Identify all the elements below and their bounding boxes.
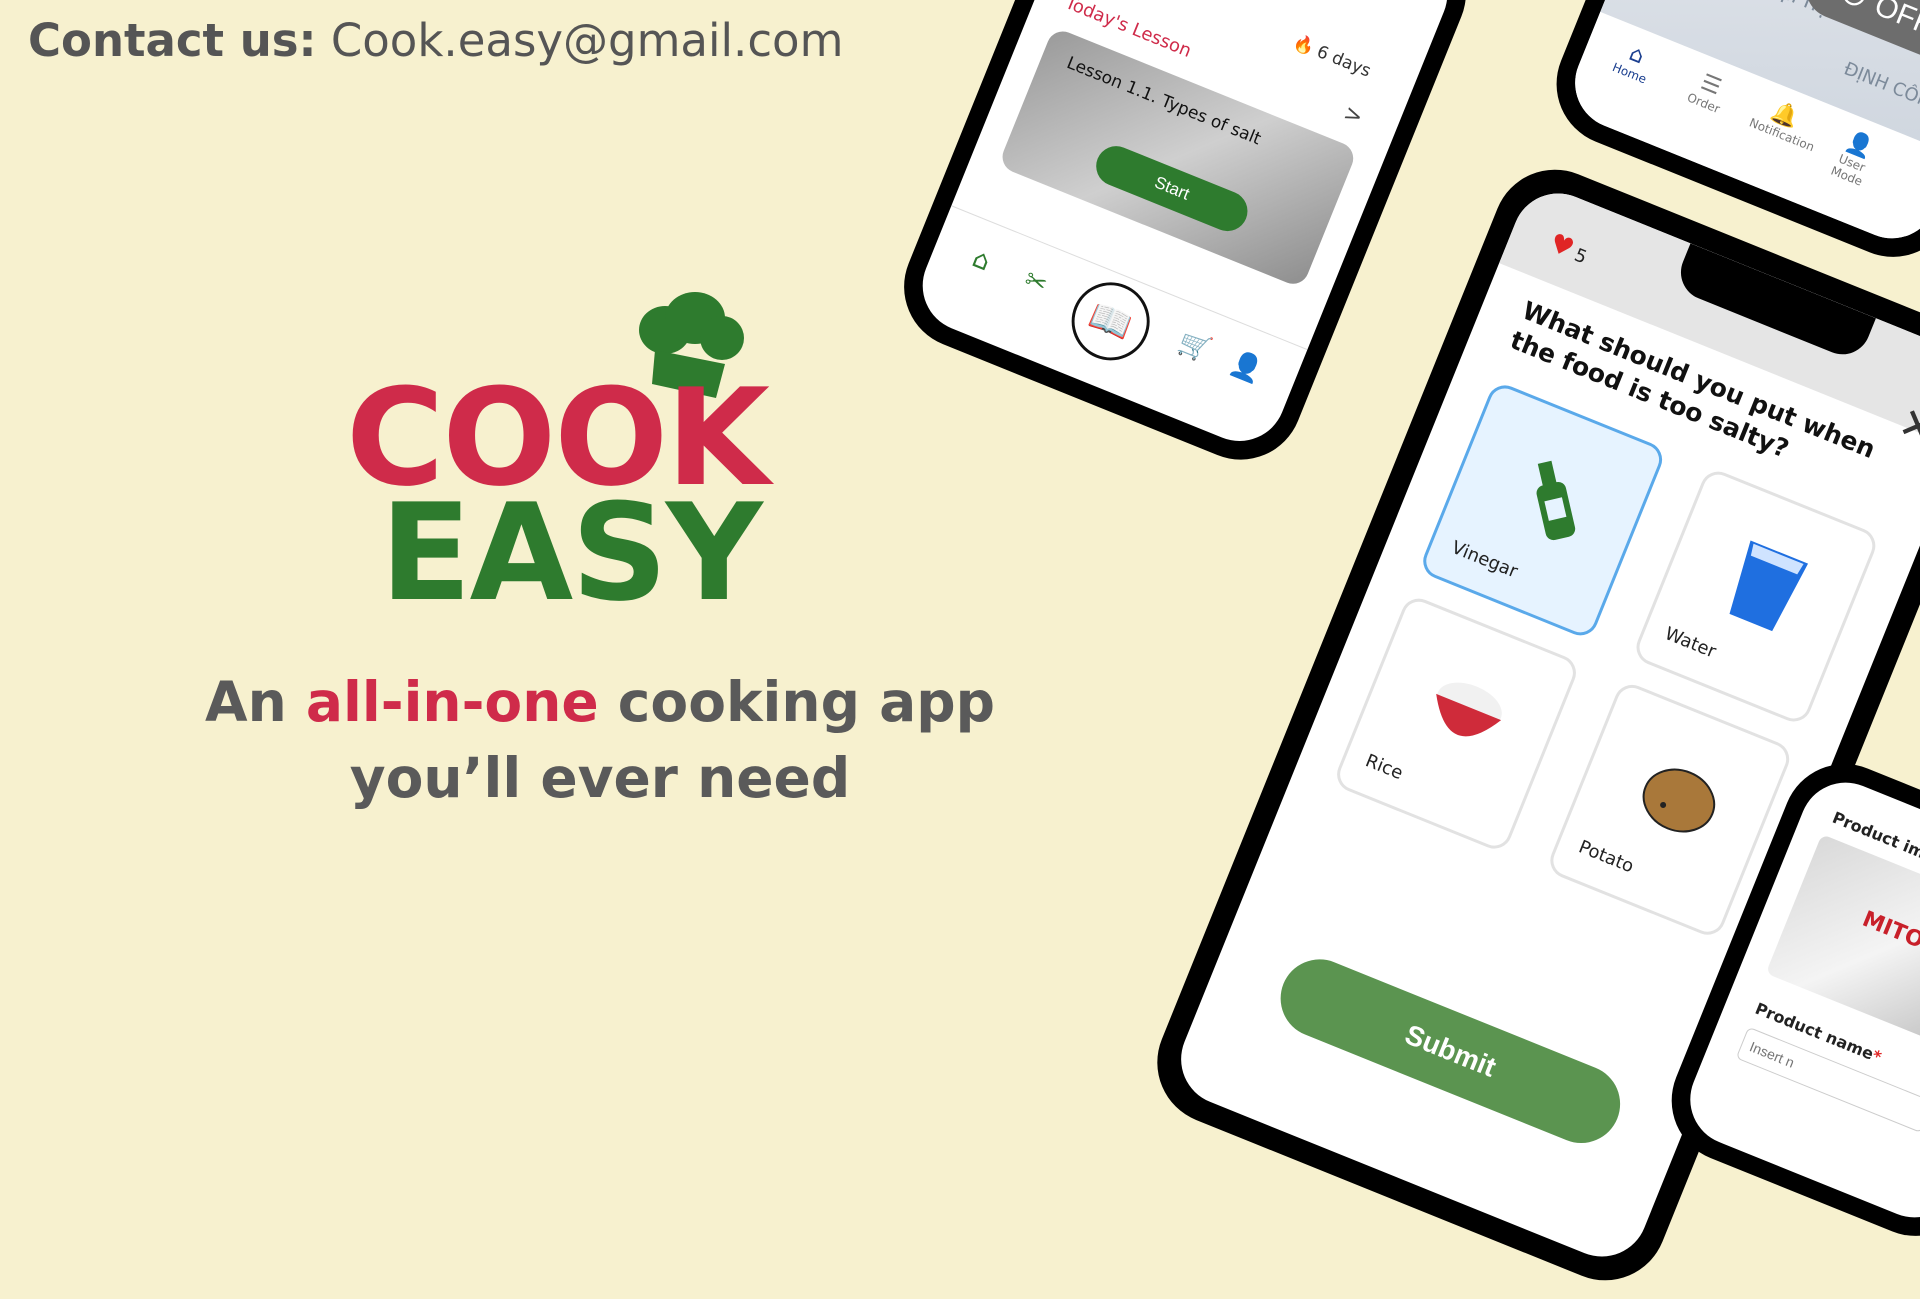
book-icon[interactable]: 📖 [1059,270,1162,373]
contact-email[interactable]: Cook.easy@gmail.com [331,14,844,67]
lesson-title: Lesson 1.1. Types of salt [1063,53,1264,150]
user-icon[interactable]: 👤 [1226,348,1267,388]
tagline-line2: you’ll ever need [349,746,851,810]
option-label: Rice [1362,750,1406,785]
map-label-district: ĐỊNH CÔNG [1840,58,1920,118]
tagline-accent: all-in-one [305,670,599,734]
streak-counter: 🔥6 days [1290,32,1373,81]
utensils-icon[interactable]: ✂ [1020,264,1051,300]
power-icon: ⏻ [1836,0,1871,16]
logo-easy-text: EASY [380,475,763,631]
submit-button[interactable]: Submit [1268,947,1632,1155]
tagline-part2: cooking app [598,670,995,734]
tab-home[interactable]: ⌂ Home [1599,32,1669,91]
product-brand-text: MITOS [1858,906,1920,960]
option-rice[interactable]: Rice [1331,593,1582,854]
option-label: Potato [1575,836,1637,878]
tab-notification[interactable]: 🔔 Notification [1747,92,1817,154]
rice-bowl-icon [1436,682,1502,737]
cart-icon[interactable]: 🛒 [1174,327,1215,367]
option-label: Water [1661,623,1720,663]
water-glass-icon [1729,540,1809,632]
power-toggle-button[interactable]: ⏻OFF [1797,0,1920,69]
option-label: Vinegar [1448,537,1521,583]
tagline-part1: An [205,670,306,734]
option-water[interactable]: Water [1631,466,1881,727]
bottle-icon [1536,460,1576,541]
potato-icon [1642,768,1716,833]
phone-lesson: wards 🔥6 days Today's Lesson > Lesson 1.… [885,0,1485,479]
option-vinegar[interactable]: Vinegar [1417,380,1668,641]
toggle-label: OFF [1869,0,1920,42]
contact-label: Contact us: [28,14,317,67]
tab-user-mode[interactable]: 👤 User Mode [1816,122,1891,194]
streak-text: 6 days [1313,41,1374,82]
home-icon[interactable]: ⌂ [968,243,995,277]
chevron-right-icon[interactable]: > [1340,101,1366,131]
start-button[interactable]: Start [1090,140,1254,238]
tab-order[interactable]: ☰ Order [1673,62,1743,121]
cook-easy-logo: COOK EASY [330,290,870,631]
tagline: An all-in-one cooking app you’ll ever ne… [130,664,1070,816]
lesson-screen: wards 🔥6 days Today's Lesson > Lesson 1.… [908,0,1462,455]
flame-icon: 🔥 [1290,32,1318,59]
contact-line: Contact us: Cook.easy@gmail.com [28,14,843,67]
